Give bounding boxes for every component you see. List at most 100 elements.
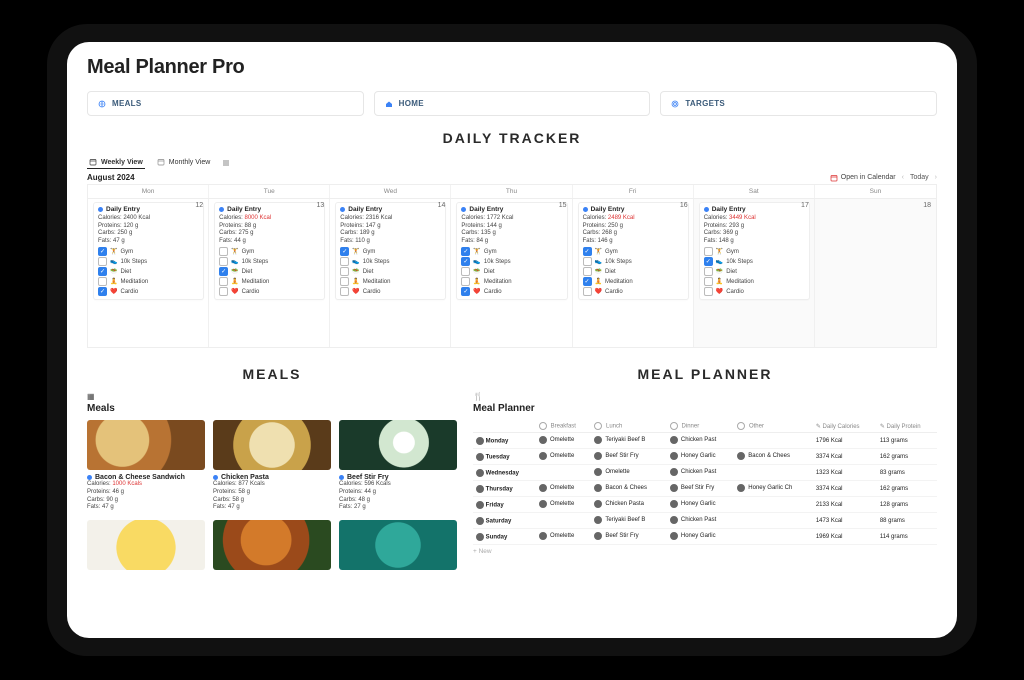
planner-column-header[interactable] (473, 420, 536, 433)
checkbox-icon[interactable] (704, 267, 713, 276)
task-meditation[interactable]: 🧘Meditation (461, 277, 562, 286)
task-diet[interactable]: ✓🥗Diet (98, 267, 199, 276)
task-diet[interactable]: 🥗Diet (461, 267, 562, 276)
checkbox-icon[interactable]: ✓ (583, 247, 592, 256)
planner-dinner[interactable]: Chicken Past (667, 465, 734, 481)
tab-monthly-view[interactable]: Monthly View (155, 156, 213, 169)
checkbox-icon[interactable] (461, 267, 470, 276)
checkbox-icon[interactable]: ✓ (461, 287, 470, 296)
meal-card[interactable] (87, 520, 205, 570)
planner-row[interactable]: Thursday Omelette Bacon & Chees Beef Sti… (473, 481, 937, 497)
meal-pill[interactable]: Beef Stir Fry (594, 532, 638, 540)
checkbox-icon[interactable] (340, 277, 349, 286)
task-steps[interactable]: 👟10k Steps (340, 257, 441, 266)
meal-pill[interactable]: Omelette (539, 500, 574, 508)
task-meditation[interactable]: ✓🧘Meditation (583, 277, 684, 286)
checkbox-icon[interactable] (98, 277, 107, 286)
task-gym[interactable]: ✓🏋️Gym (583, 247, 684, 256)
calendar-cell[interactable]: 16 Daily Entry Calories: 2489 Kcal Prote… (573, 199, 694, 347)
task-meditation[interactable]: 🧘Meditation (340, 277, 441, 286)
task-meditation[interactable]: 🧘Meditation (219, 277, 320, 286)
planner-other[interactable] (734, 465, 813, 481)
planner-lunch[interactable]: Bacon & Chees (591, 481, 667, 497)
planner-other[interactable] (734, 529, 813, 545)
planner-dinner[interactable]: Honey Garlic (667, 529, 734, 545)
planner-row[interactable]: Friday Omelette Chicken Pasta Honey Garl… (473, 497, 937, 513)
planner-other[interactable]: Bacon & Chees (734, 449, 813, 465)
task-meditation[interactable]: 🧘Meditation (98, 277, 199, 286)
planner-column-header[interactable]: ✎ Daily Calories (813, 420, 877, 433)
planner-dinner[interactable]: Chicken Past (667, 513, 734, 529)
planner-breakfast[interactable]: Omelette (536, 449, 591, 465)
planner-dinner[interactable]: Chicken Past (667, 433, 734, 449)
planner-column-header[interactable]: Breakfast (536, 420, 591, 433)
planner-other[interactable] (734, 513, 813, 529)
checkbox-icon[interactable] (340, 257, 349, 266)
meal-pill[interactable]: Beef Stir Fry (594, 452, 638, 460)
task-diet[interactable]: 🥗Diet (704, 267, 805, 276)
checkbox-icon[interactable]: ✓ (461, 257, 470, 266)
meal-pill[interactable]: Omelette (539, 484, 574, 492)
checkbox-icon[interactable] (219, 277, 228, 286)
planner-row[interactable]: Tuesday Omelette Beef Stir Fry Honey Gar… (473, 449, 937, 465)
calendar-cell[interactable]: 18 (815, 199, 936, 347)
task-cardio[interactable]: ❤️Cardio (219, 287, 320, 296)
meal-pill[interactable]: Honey Garlic Ch (737, 484, 792, 492)
checkbox-icon[interactable] (583, 287, 592, 296)
fork-knife-icon[interactable]: 🍴 (473, 392, 937, 401)
checkbox-icon[interactable]: ✓ (98, 287, 107, 296)
checkbox-icon[interactable]: ✓ (98, 267, 107, 276)
task-gym[interactable]: ✓🏋️Gym (98, 247, 199, 256)
meal-pill[interactable]: Chicken Past (670, 436, 716, 444)
gallery-icon[interactable]: ▦ (87, 392, 457, 401)
daily-entry-card[interactable]: Daily Entry Calories: 3449 Kcal Proteins… (699, 202, 810, 300)
planner-column-header[interactable]: Dinner (667, 420, 734, 433)
meal-pill[interactable]: Honey Garlic (670, 452, 716, 460)
task-steps[interactable]: 👟10k Steps (219, 257, 320, 266)
calendar-cell[interactable]: 14 Daily Entry Calories: 2316 Kcal Prote… (330, 199, 451, 347)
meal-card[interactable]: Beef Stir Fry Calories: 596 Kcals Protei… (339, 420, 457, 512)
daily-entry-card[interactable]: Daily Entry Calories: 2489 Kcal Proteins… (578, 202, 689, 300)
checkbox-icon[interactable]: ✓ (704, 257, 713, 266)
planner-breakfast[interactable] (536, 513, 591, 529)
task-cardio[interactable]: ❤️Cardio (583, 287, 684, 296)
planner-other[interactable]: Honey Garlic Ch (734, 481, 813, 497)
task-meditation[interactable]: 🧘Meditation (704, 277, 805, 286)
calendar-cell[interactable]: 12 Daily Entry Calories: 2400 Kcal Prote… (88, 199, 209, 347)
today-button[interactable]: Today (910, 174, 929, 181)
planner-other[interactable] (734, 497, 813, 513)
meal-pill[interactable]: Chicken Pasta (594, 500, 644, 508)
meal-pill[interactable]: Bacon & Chees (737, 452, 790, 460)
planner-row[interactable]: Wednesday Omelette Chicken Past 1323 Kca… (473, 465, 937, 481)
more-options-icon[interactable] (222, 159, 230, 167)
planner-breakfast[interactable]: Omelette (536, 497, 591, 513)
meal-pill[interactable]: Honey Garlic (670, 532, 716, 540)
planner-column-header[interactable]: Lunch (591, 420, 667, 433)
planner-row[interactable]: Sunday Omelette Beef Stir Fry Honey Garl… (473, 529, 937, 545)
checkbox-icon[interactable] (219, 247, 228, 256)
task-gym[interactable]: 🏋️Gym (704, 247, 805, 256)
prev-icon[interactable]: ‹ (902, 174, 904, 181)
meal-pill[interactable]: Omelette (594, 468, 629, 476)
meal-pill[interactable]: Teriyaki Beef B (594, 516, 645, 524)
tab-weekly-view[interactable]: Weekly View (87, 156, 145, 169)
task-diet[interactable]: 🥗Diet (583, 267, 684, 276)
calendar-cell[interactable]: 17 Daily Entry Calories: 3449 Kcal Prote… (694, 199, 815, 347)
task-gym[interactable]: ✓🏋️Gym (340, 247, 441, 256)
task-steps[interactable]: ✓👟10k Steps (704, 257, 805, 266)
planner-dinner[interactable]: Honey Garlic (667, 449, 734, 465)
planner-breakfast[interactable]: Omelette (536, 433, 591, 449)
task-cardio[interactable]: ✓❤️Cardio (461, 287, 562, 296)
new-row-button[interactable]: + New (473, 545, 937, 555)
meal-pill[interactable]: Omelette (539, 452, 574, 460)
task-diet[interactable]: ✓🥗Diet (219, 267, 320, 276)
planner-lunch[interactable]: Beef Stir Fry (591, 529, 667, 545)
nav-meals[interactable]: MEALS (87, 91, 364, 116)
meal-pill[interactable]: Omelette (539, 436, 574, 444)
planner-breakfast[interactable]: Omelette (536, 529, 591, 545)
planner-column-header[interactable]: ✎ Daily Protein (877, 420, 937, 433)
task-cardio[interactable]: ❤️Cardio (704, 287, 805, 296)
meal-pill[interactable]: Chicken Past (670, 516, 716, 524)
checkbox-icon[interactable]: ✓ (98, 247, 107, 256)
checkbox-icon[interactable]: ✓ (219, 267, 228, 276)
